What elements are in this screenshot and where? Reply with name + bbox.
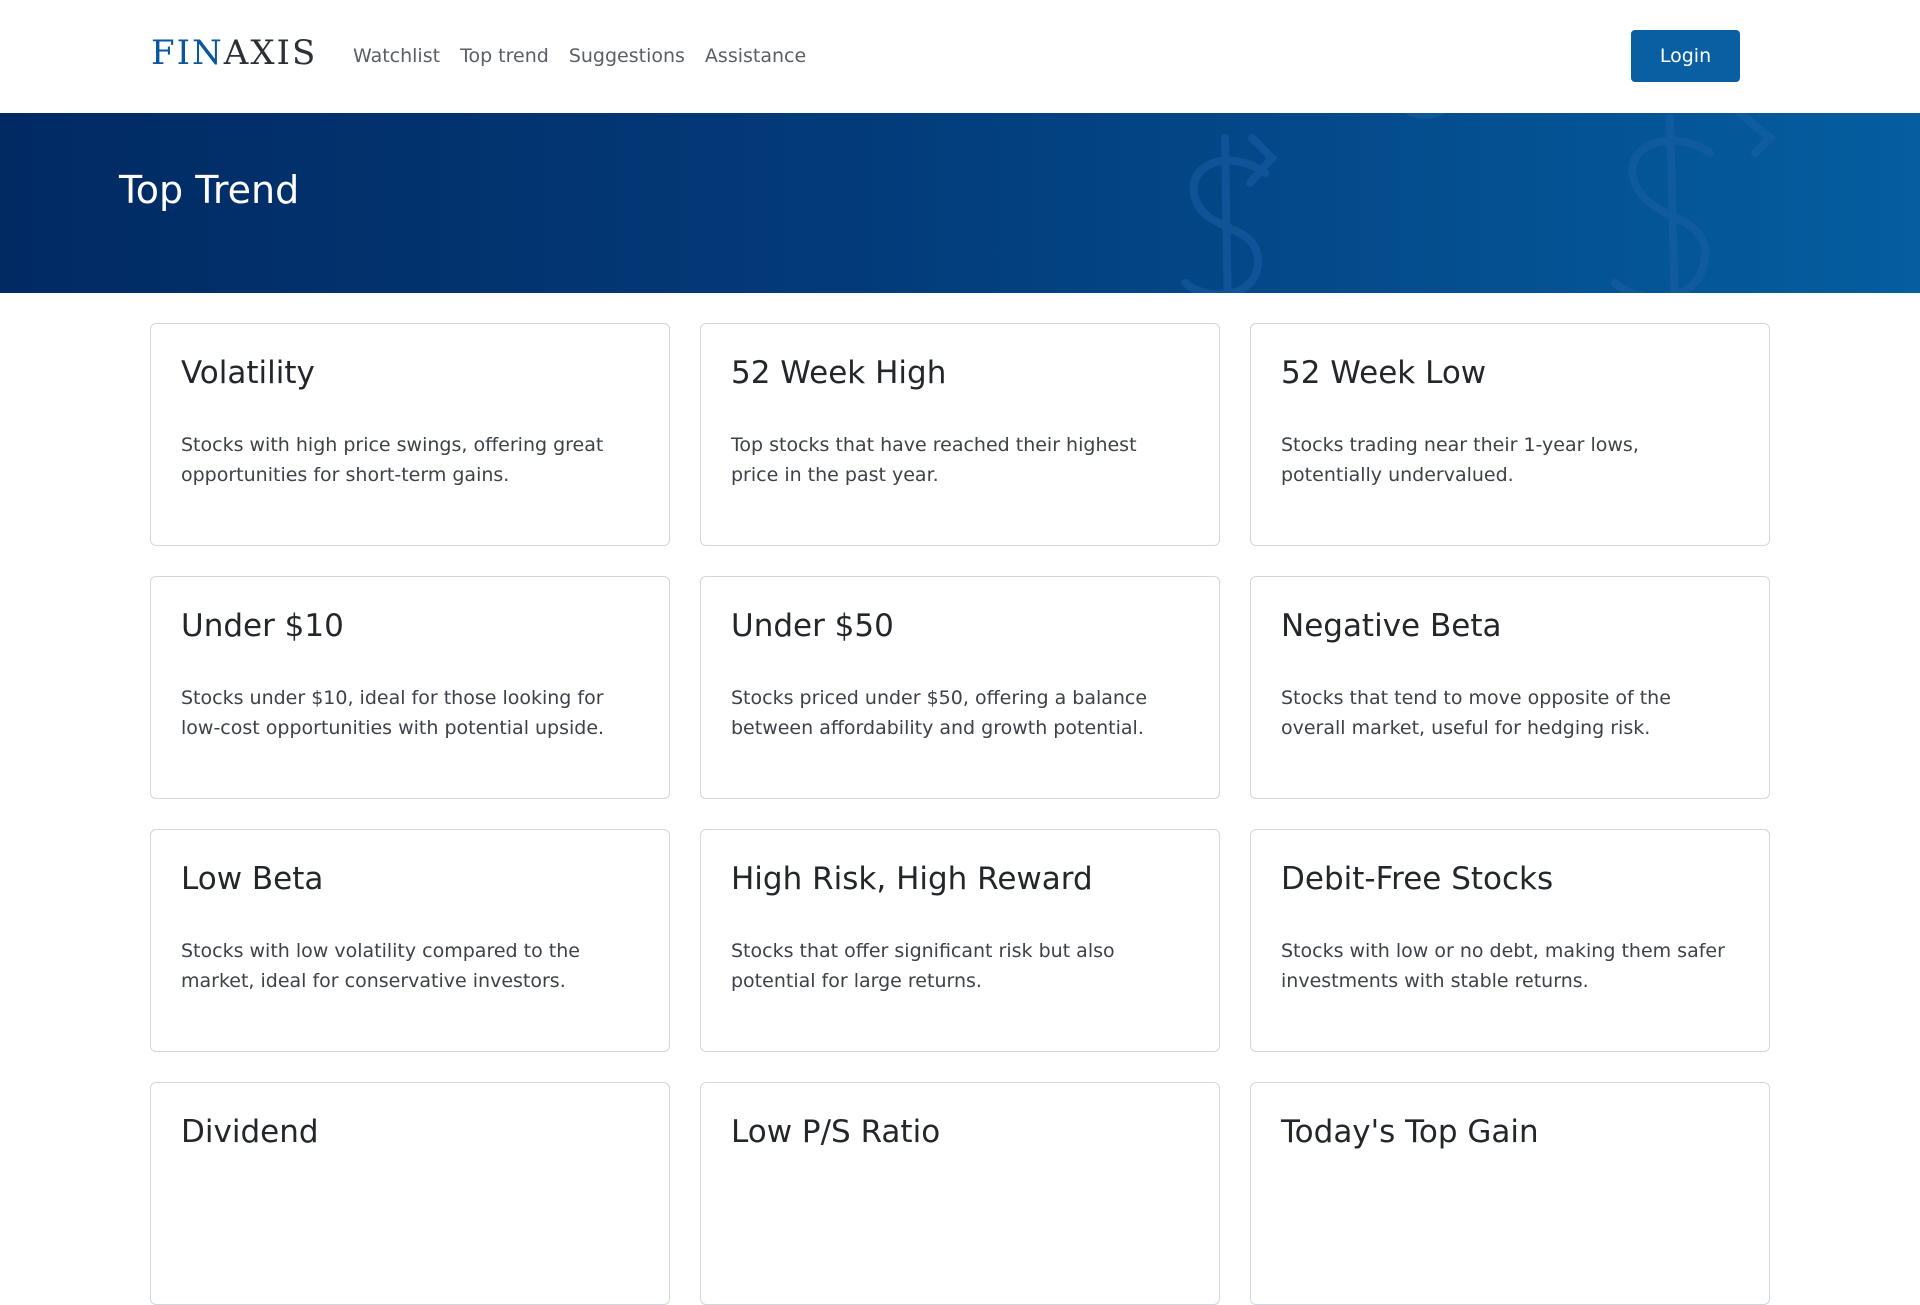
card-title: Volatility — [181, 355, 315, 391]
card-description: Stocks with high price swings, offering … — [181, 434, 604, 486]
card-description: Stocks trading near their 1-year lows, p… — [1281, 434, 1639, 486]
trend-card-under-50[interactable]: Under $50 Stocks priced under $50, offer… — [700, 576, 1220, 799]
card-title: 52 Week Low — [1281, 355, 1487, 391]
trend-card-high-risk-high-reward[interactable]: High Risk, High Reward Stocks that offer… — [700, 829, 1220, 1052]
nav-link-watchlist[interactable]: Watchlist — [353, 42, 440, 70]
card-description: Stocks that tend to move opposite of the… — [1281, 687, 1671, 739]
card-title: Today's Top Gain — [1281, 1114, 1539, 1150]
card-title: Under $10 — [181, 608, 344, 644]
trend-card-volatility[interactable]: Volatility Stocks with high price swings… — [150, 323, 670, 546]
card-title: High Risk, High Reward — [731, 861, 1093, 897]
trend-card-52-week-high[interactable]: 52 Week High Top stocks that have reache… — [700, 323, 1220, 546]
trend-card-grid: Volatility Stocks with high price swings… — [150, 323, 1770, 1305]
card-description: Stocks under $10, ideal for those lookin… — [181, 687, 605, 739]
dollar-sign-icon — [1181, 113, 1776, 293]
nav-link-top-trend[interactable]: Top trend — [460, 42, 549, 70]
finaxis-logo[interactable]: FINAXIS — [151, 33, 317, 73]
card-description: Stocks priced under $50, offering a bala… — [731, 687, 1148, 739]
trend-card-debit-free-stocks[interactable]: Debit-Free Stocks Stocks with low or no … — [1250, 829, 1770, 1052]
card-description: Stocks with low or no debt, making them … — [1281, 940, 1725, 992]
card-title: 52 Week High — [731, 355, 947, 391]
trend-card-52-week-low[interactable]: 52 Week Low Stocks trading near their 1-… — [1250, 323, 1770, 546]
login-button[interactable]: Login — [1631, 30, 1740, 82]
logo-text-fin: FIN — [151, 33, 224, 73]
card-title: Negative Beta — [1281, 608, 1502, 644]
page-title: Top Trend — [119, 168, 300, 212]
card-description: Stocks with low volatility compared to t… — [181, 940, 580, 992]
card-description: Top stocks that have reached their highe… — [731, 434, 1137, 486]
card-title: Debit-Free Stocks — [1281, 861, 1554, 897]
trend-card-low-ps-ratio[interactable]: Low P/S Ratio — [700, 1082, 1220, 1305]
trend-card-negative-beta[interactable]: Negative Beta Stocks that tend to move o… — [1250, 576, 1770, 799]
card-description: Stocks that offer significant risk but a… — [731, 940, 1115, 992]
card-title: Low Beta — [181, 861, 324, 897]
hero-banner: Top Trend — [0, 113, 1920, 293]
nav-link-suggestions[interactable]: Suggestions — [569, 42, 685, 70]
card-title: Low P/S Ratio — [731, 1114, 941, 1150]
logo-text-axis: AXIS — [223, 33, 318, 73]
trend-card-under-10[interactable]: Under $10 Stocks under $10, ideal for th… — [150, 576, 670, 799]
nav-link-assistance[interactable]: Assistance — [705, 42, 806, 70]
trend-card-low-beta[interactable]: Low Beta Stocks with low volatility comp… — [150, 829, 670, 1052]
trend-card-todays-top-gain[interactable]: Today's Top Gain — [1250, 1082, 1770, 1305]
main-nav: Watchlist Top trend Suggestions Assistan… — [353, 42, 806, 70]
trend-card-dividend[interactable]: Dividend — [150, 1082, 670, 1305]
card-title: Under $50 — [731, 608, 894, 644]
navbar: FINAXIS Watchlist Top trend Suggestions … — [0, 0, 1920, 113]
card-title: Dividend — [181, 1114, 319, 1150]
